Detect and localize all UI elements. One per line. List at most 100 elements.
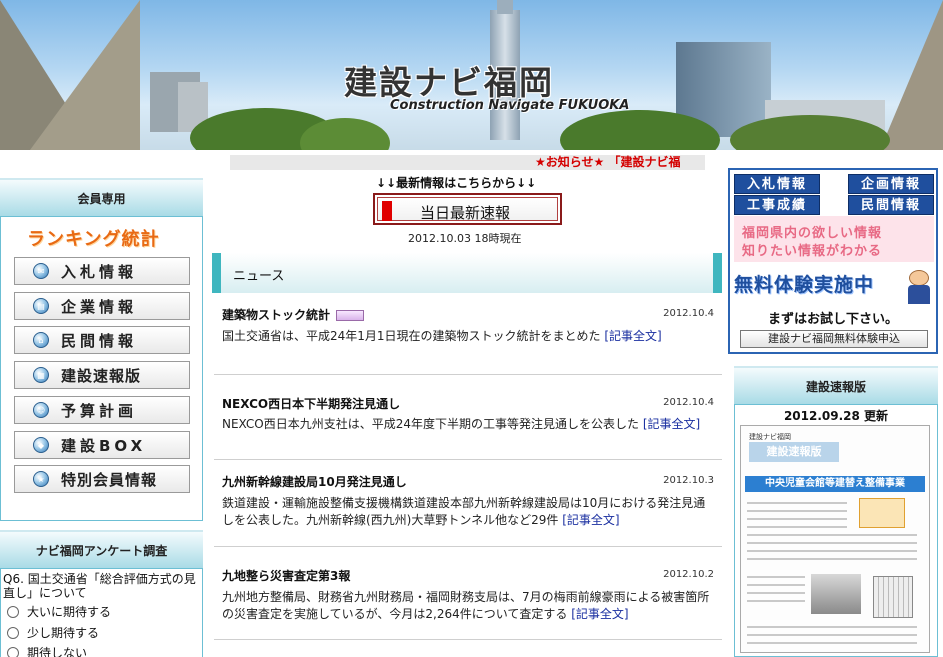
menu-label: 予算計画 [61,401,138,420]
news-title[interactable]: NEXCO西日本下半期発注見通し [222,395,400,412]
full-article-link[interactable]: [記事全文] [562,513,619,527]
monument-right [880,0,943,150]
bulletin-heading: 建設速報版 [734,366,938,404]
member-menu: ランキング統計 ✉ 入札情報 ▤ 企業情報 ⌂ 民間情報 ▦ 建設速報版 ☺ 予… [0,216,203,521]
news-body-text: 国土交通省は、平成24年1月1日現在の建築物ストック統計をまとめた [222,329,601,343]
menu-company-info-button[interactable]: ▤ 企業情報 [14,292,190,320]
news-separator [214,374,722,375]
mascot-icon [906,270,932,304]
latest-news-button[interactable]: 当日最新速報 [373,193,562,225]
news-date: 2012.10.4 [663,397,714,408]
paper-masthead: 建設ナビ福岡 [749,433,791,441]
paper-photo [811,574,861,614]
news-separator [214,459,722,460]
news-title-text[interactable]: 建築物ストック統計 [222,308,330,322]
ad-tab-private[interactable]: 民間情報 [848,195,934,215]
news-item: NEXCO西日本下半期発注見通し 2012.10.4 NEXCO西日本九州支社は… [214,374,722,452]
radio-button[interactable] [7,605,19,618]
paper-text-line [747,542,917,544]
paper-text-line [747,502,847,504]
menu-budget-button[interactable]: ☺ 予算計画 [14,396,190,424]
full-article-link[interactable]: [記事全文] [571,607,628,621]
paper-text-line [747,534,917,536]
news-body: 九州地方整備局、財務省九州財務局・福岡財務支局は、7月の梅雨前線豪雨による被害箇… [222,589,714,623]
paper-text-line [747,634,917,636]
survey-option-2[interactable]: 少し期待する [7,624,99,641]
menu-label: 民間情報 [61,331,138,350]
menu-label: 企業情報 [61,297,138,316]
menu-private-info-button[interactable]: ⌂ 民間情報 [14,326,190,354]
latest-info-label: ↓↓最新情報はこちらから↓↓ [376,176,537,190]
paper-text-line [747,600,805,602]
news-body-text: 九州地方整備局、財務省九州財務局・福岡財務支局は、7月の梅雨前線豪雨による被害箇… [222,590,710,621]
new-badge-icon [336,310,365,321]
full-article-link[interactable]: [記事全文] [604,329,661,343]
building-icon: ▤ [33,298,49,314]
site-title: 建設ナビ福岡 [344,63,554,102]
news-date: 2012.10.4 [663,308,714,319]
newspaper-icon: ▦ [33,367,49,383]
latest-news-button-label: 当日最新速報 [420,204,511,222]
paper-text-line [747,584,805,586]
survey-option-1[interactable]: 大いに期待する [7,603,111,620]
news-title[interactable]: 建築物ストック統計 [222,306,365,323]
news-item: 九地整ら災害査定第3報 2012.10.2 九州地方整備局、財務省九州財務局・福… [214,546,722,640]
paper-text-line [747,558,917,560]
menu-box-button[interactable]: ◆ 建設BOX [14,431,190,459]
news-separator [214,639,722,640]
news-date: 2012.10.3 [663,475,714,486]
monument-left2 [30,0,140,150]
ad-tab-planning[interactable]: 企画情報 [848,174,934,194]
mascot-body [908,285,930,304]
paper-text-line [747,576,805,578]
paper-map [873,576,913,618]
paper-text-line [747,550,917,552]
paper-text-line [747,518,847,520]
news-heading-label: ニュース [233,269,285,284]
mascot-head [909,270,929,286]
menu-bulletin-button[interactable]: ▦ 建設速報版 [14,361,190,389]
option-label: 少し期待する [27,626,100,640]
news-body: 鉄道建設・運輸施設整備支援機構鉄道建設本部九州新幹線建設局は10月における発注見… [222,495,714,529]
menu-label: 入札情報 [61,262,138,281]
menu-label: 特別会員情報 [61,470,158,489]
radio-button[interactable] [7,646,19,657]
news-title[interactable]: 九地整ら災害査定第3報 [222,567,350,584]
house-icon: ⌂ [33,332,49,348]
red-marker-icon [382,201,392,221]
menu-bid-info-button[interactable]: ✉ 入札情報 [14,257,190,285]
paper-text-line [747,526,847,528]
ranking-button[interactable]: ランキング統計 [27,225,159,251]
bulletin-panel: 2012.09.28 更新 建設ナビ福岡 建設速報版 中央児童会館等建替え整備事… [734,404,938,657]
ad-tab-results[interactable]: 工事成績 [734,195,820,215]
bulletin-thumbnail[interactable]: 建設ナビ福岡 建設速報版 中央児童会館等建替え整備事業 [740,425,930,653]
latest-news-button-inner: 当日最新速報 [377,197,558,222]
menu-label: 建設BOX [61,436,147,455]
news-ticker[interactable]: ★お知らせ★ 「建設ナビ福 [230,155,705,170]
news-title[interactable]: 九州新幹線建設局10月発注見通し [222,473,407,490]
envelope-icon: ✉ [33,263,49,279]
survey-option-3[interactable]: 期待しない [7,644,87,657]
option-label: 期待しない [27,646,88,657]
menu-label: 建設速報版 [61,366,142,385]
survey-question: Q6. 国土交通省「総合評価方式の見直し」について [3,572,196,600]
menu-special-member-button[interactable]: ★ 特別会員情報 [14,465,190,493]
paper-text-line [747,626,917,628]
latest-timestamp: 2012.10.03 18時現在 [408,232,522,245]
trial-ad-banner[interactable]: 入札情報 企画情報 工事成績 民間情報 福岡県内の欲しい情報 知りたい情報がわか… [728,168,938,354]
member-heading: 会員専用 [0,178,203,216]
paper-banner: 建設速報版 [749,442,839,462]
news-heading: ニュース [212,253,722,293]
paper-text-line [747,592,805,594]
header-banner: 建設ナビ福岡 Construction Navigate FUKUOKA [0,0,943,150]
box-icon: ◆ [33,437,49,453]
news-date: 2012.10.2 [663,569,714,580]
survey-panel: Q6. 国土交通省「総合評価方式の見直し」について 大いに期待する 少し期待する… [0,568,203,657]
full-article-link[interactable]: [記事全文] [643,417,700,431]
free-trial-signup-button[interactable]: 建設ナビ福岡無料体験申込 [740,330,928,348]
option-label: 大いに期待する [27,605,112,619]
ad-message: 福岡県内の欲しい情報 知りたい情報がわかる [734,216,934,262]
site-subtitle: Construction Navigate FUKUOKA [390,98,630,113]
radio-button[interactable] [7,626,19,639]
ad-tab-bid[interactable]: 入札情報 [734,174,820,194]
